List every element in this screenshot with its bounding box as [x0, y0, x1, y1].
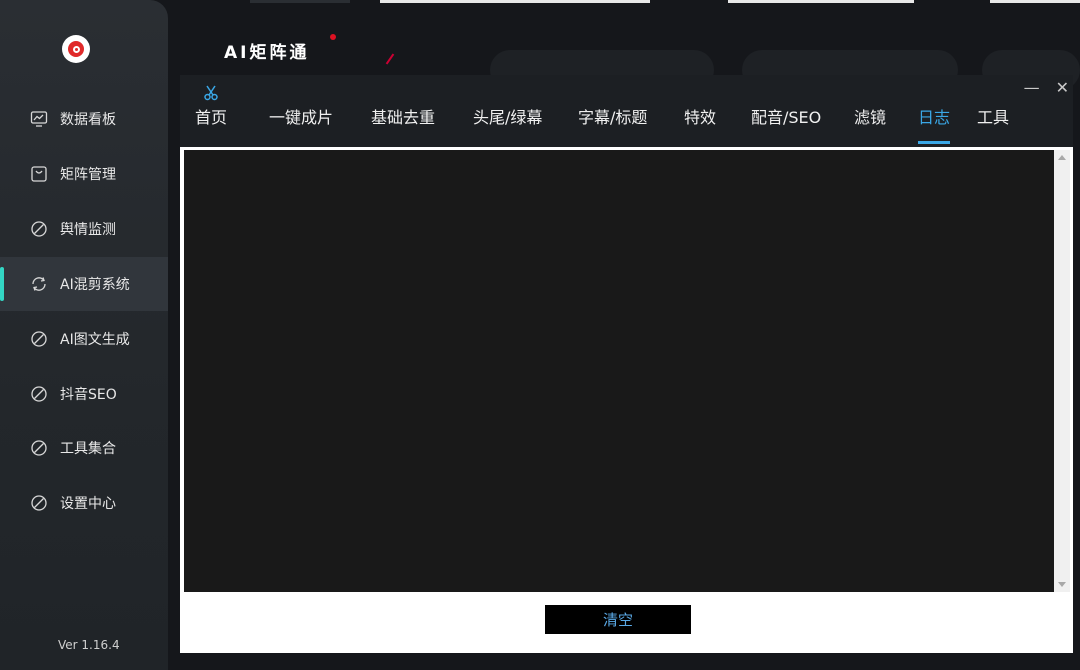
- top-strip: [380, 0, 650, 3]
- tab-subtitles[interactable]: 字幕/标题: [578, 105, 647, 145]
- mix-dialog: — ✕ 首页 一键成片 基础去重 头尾/绿幕 字幕/标题 特效 配音/SEO 滤…: [180, 75, 1073, 653]
- tab-log[interactable]: 日志: [918, 105, 951, 145]
- sidebar-item-ai-mix[interactable]: AI混剪系统: [0, 257, 168, 311]
- minimize-button[interactable]: —: [1024, 80, 1040, 96]
- window-controls: — ✕: [1024, 80, 1069, 96]
- sidebar-item-settings[interactable]: 设置中心: [0, 476, 168, 530]
- clear-button[interactable]: 清空: [545, 605, 691, 634]
- app-logo: [62, 35, 90, 63]
- log-textarea[interactable]: [184, 150, 1054, 592]
- circle-slash-icon: [30, 439, 48, 457]
- sidebar-item-label: 矩阵管理: [60, 167, 116, 183]
- sidebar-item-label: AI混剪系统: [60, 277, 130, 293]
- close-button[interactable]: ✕: [1056, 80, 1069, 96]
- sidebar-item-matrix[interactable]: 矩阵管理: [0, 147, 168, 201]
- dashboard-chart-icon: [30, 110, 48, 128]
- sidebar-item-douyin-seo[interactable]: 抖音SEO: [0, 367, 168, 421]
- scroll-down-icon[interactable]: [1058, 582, 1066, 587]
- sidebar-item-label: 数据看板: [60, 112, 116, 128]
- top-strip: [728, 0, 914, 3]
- refresh-cycle-icon: [30, 275, 48, 293]
- tab-one-click[interactable]: 一键成片: [269, 105, 333, 145]
- sidebar-item-label: 工具集合: [60, 441, 116, 457]
- circle-slash-icon: [30, 385, 48, 403]
- circle-slash-icon: [30, 494, 48, 512]
- version-label: Ver 1.16.4: [58, 638, 120, 652]
- tab-tools[interactable]: 工具: [977, 105, 1009, 145]
- brand-mark-icon: [330, 34, 336, 40]
- scroll-up-icon[interactable]: [1058, 155, 1066, 160]
- tab-effects[interactable]: 特效: [684, 105, 716, 145]
- tab-head-tail[interactable]: 头尾/绿幕: [473, 105, 542, 145]
- tab-home[interactable]: 首页: [195, 105, 227, 145]
- sidebar-item-label: AI图文生成: [60, 332, 130, 348]
- sidebar-item-label: 舆情监测: [60, 222, 116, 238]
- top-strip: [990, 0, 1080, 3]
- bag-icon: [30, 165, 48, 183]
- tab-dubbing-seo[interactable]: 配音/SEO: [751, 105, 821, 145]
- log-panel: 清空: [180, 147, 1073, 653]
- tab-filters[interactable]: 滤镜: [854, 105, 886, 145]
- top-strip: [250, 0, 350, 3]
- circle-slash-icon: [30, 330, 48, 348]
- decorative-slash: [385, 53, 395, 65]
- sidebar-item-dashboard[interactable]: 数据看板: [0, 92, 168, 146]
- sidebar-item-tools[interactable]: 工具集合: [0, 421, 168, 475]
- scissors-icon: [204, 85, 218, 101]
- brand-title: AI矩阵通: [224, 43, 310, 63]
- sidebar: 数据看板 矩阵管理 舆情监测 AI混剪系统 AI图文生成 抖音SEO 工具集合 …: [0, 0, 168, 670]
- tab-dedupe[interactable]: 基础去重: [371, 105, 435, 145]
- sidebar-item-label: 设置中心: [60, 496, 116, 512]
- sidebar-item-label: 抖音SEO: [60, 387, 117, 403]
- circle-slash-icon: [30, 220, 48, 238]
- log-scrollbar[interactable]: [1054, 150, 1070, 592]
- sidebar-item-monitor[interactable]: 舆情监测: [0, 202, 168, 256]
- sidebar-item-ai-image-text[interactable]: AI图文生成: [0, 312, 168, 366]
